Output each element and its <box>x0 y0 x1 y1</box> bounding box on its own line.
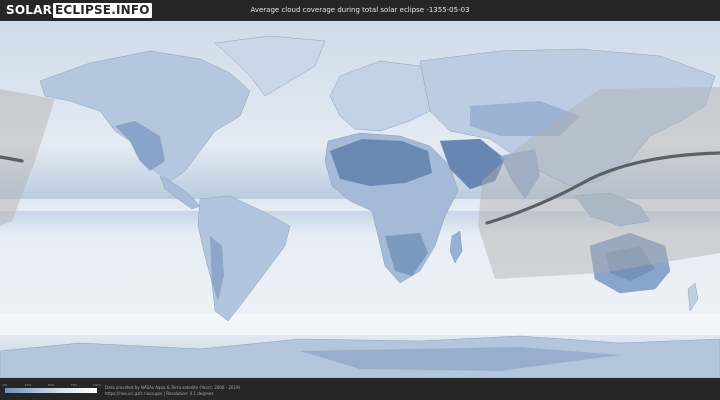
cloud-coverage-legend-bar <box>5 388 97 393</box>
legend-tick-0: 0% <box>2 383 8 387</box>
cloud-coverage-map <box>0 21 720 378</box>
legend-tick-50: 50% <box>47 383 55 387</box>
southern-cloud-band <box>0 313 720 335</box>
legend-tick-100: 100% <box>92 383 102 387</box>
credits-line-2: https://neo.sci.gsfc.nasa.gov | Resoluti… <box>105 390 214 396</box>
legend-tick-25: 25% <box>24 383 32 387</box>
legend-tick-75: 75% <box>70 383 78 387</box>
footer-bar: 0% 25% 50% 75% 100% Data provided by NAS… <box>0 378 720 400</box>
header-bar: SOLAR ECLIPSE.INFO Average cloud coverage… <box>0 0 720 21</box>
data-credits: Data provided by NASAs Aqua & Terra sate… <box>105 385 240 396</box>
credits-line-1: Data provided by NASAs Aqua & Terra sate… <box>105 385 241 390</box>
world-map-svg <box>0 21 720 378</box>
page-title: Average cloud coverage during total sola… <box>250 6 470 14</box>
